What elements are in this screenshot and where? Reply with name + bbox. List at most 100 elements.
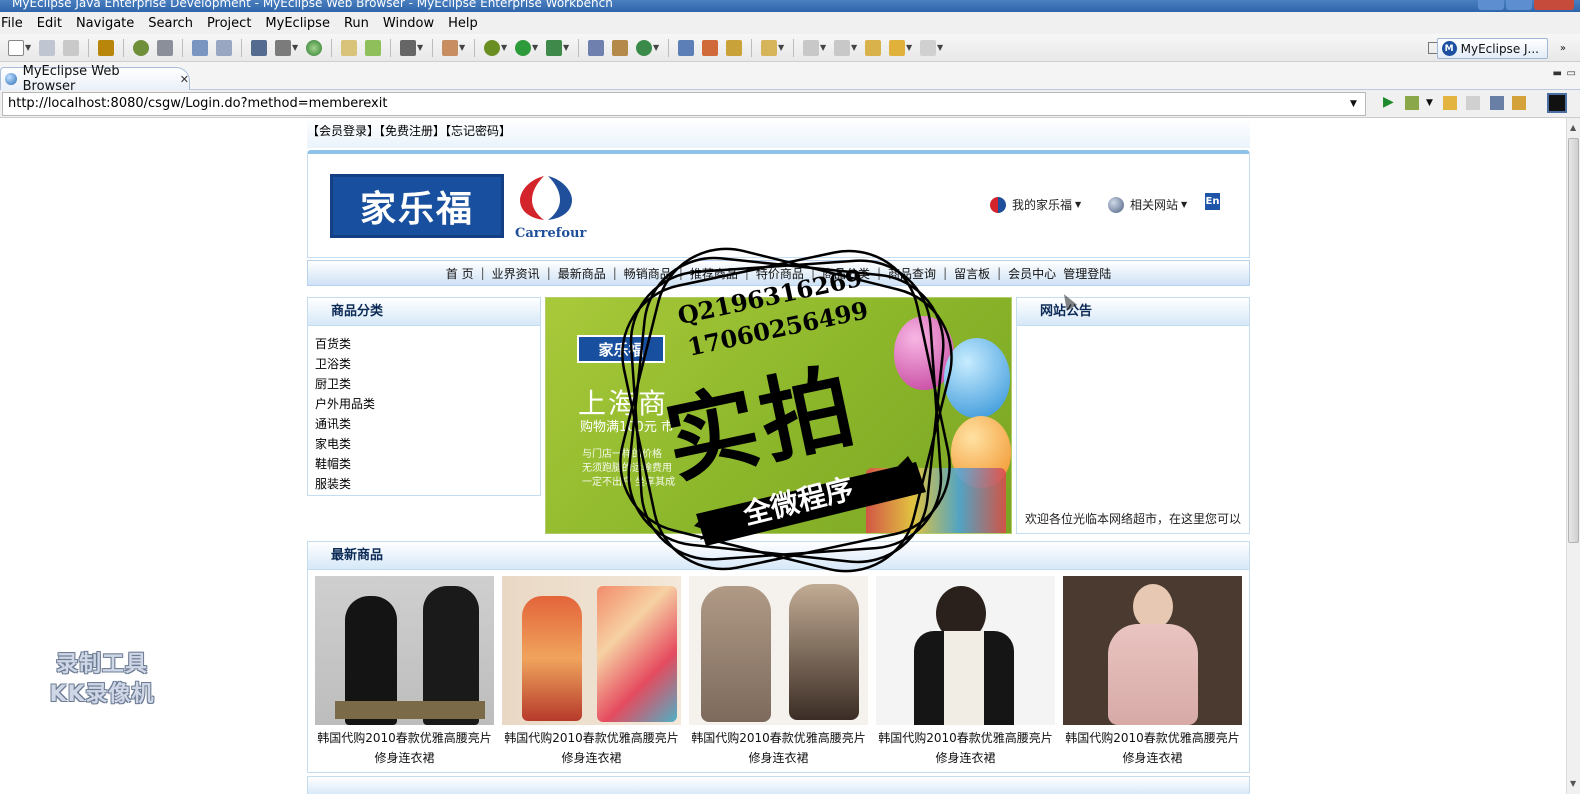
nav-admin-login[interactable]: 管理登陆 <box>1063 265 1118 282</box>
page-scrollbar[interactable]: ▲ ▼ <box>1566 118 1580 794</box>
run-icon[interactable] <box>515 39 531 56</box>
image-icon[interactable] <box>400 39 416 56</box>
save-icon[interactable] <box>39 39 55 56</box>
forward-icon[interactable] <box>920 39 936 56</box>
chevron-down-icon[interactable]: ▼ <box>937 43 944 52</box>
forgot-password-link[interactable]: 【忘记密码】 <box>445 124 511 138</box>
server-icon[interactable] <box>157 39 173 56</box>
chevron-down-icon[interactable]: ▼ <box>563 43 570 52</box>
new-file-icon[interactable] <box>442 39 458 56</box>
maximize-button[interactable] <box>1506 0 1532 10</box>
category-item[interactable]: 户外用品类 <box>315 394 540 414</box>
open-type-icon[interactable] <box>678 39 694 56</box>
last-edit-icon[interactable] <box>865 39 881 56</box>
next-annotation-icon[interactable] <box>803 39 819 56</box>
chevron-down-icon[interactable]: ▼ <box>906 43 913 52</box>
favorites-icon[interactable] <box>1405 96 1419 110</box>
chevron-down-icon[interactable]: ▼ <box>778 43 785 52</box>
new-class-icon[interactable] <box>636 39 652 56</box>
product-name[interactable]: 韩国代购2010春款优雅高腰亮片修身连衣裙 <box>1063 728 1242 768</box>
wand-icon[interactable] <box>216 39 232 56</box>
menu-search[interactable]: Search <box>141 16 200 31</box>
product-name[interactable]: 韩国代购2010春款优雅高腰亮片修身连衣裙 <box>502 728 681 768</box>
product-card[interactable]: 韩国代购2010春款优雅高腰亮片修身连衣裙 <box>315 576 494 768</box>
url-input[interactable]: http://localhost:8080/csgw/Login.do?meth… <box>2 92 1366 116</box>
chevron-down-icon[interactable]: ▼ <box>532 43 539 52</box>
chevron-down-icon[interactable]: ▼ <box>851 43 858 52</box>
close-button[interactable] <box>1534 0 1574 10</box>
my-carrefour-menu[interactable]: 我的家乐福 ▼ <box>990 196 1081 213</box>
chevron-down-icon[interactable]: ▼ <box>1426 98 1440 112</box>
prev-annotation-icon[interactable] <box>834 39 850 56</box>
category-item[interactable]: 厨卫类 <box>315 374 540 394</box>
back-icon[interactable] <box>889 39 905 56</box>
refresh-icon[interactable] <box>1512 96 1526 110</box>
nav-member-center[interactable]: 会员中心 <box>1001 265 1063 282</box>
nav-industry-news[interactable]: 业界资讯 <box>485 265 547 282</box>
related-sites-menu[interactable]: 相关网站 ▼ <box>1108 196 1187 213</box>
product-name[interactable]: 韩国代购2010春款优雅高腰亮片修身连衣裙 <box>689 728 868 768</box>
new-package-icon[interactable] <box>612 39 628 56</box>
product-image[interactable] <box>876 576 1055 725</box>
menu-edit[interactable]: Edit <box>30 16 69 31</box>
product-image[interactable] <box>689 576 868 725</box>
english-switch[interactable]: En <box>1205 193 1220 210</box>
category-item[interactable]: 百货类 <box>315 334 540 354</box>
menu-run[interactable]: Run <box>337 16 376 31</box>
folder-icon[interactable] <box>341 39 357 56</box>
close-icon[interactable]: ✕ <box>180 73 189 86</box>
product-name[interactable]: 韩国代购2010春款优雅高腰亮片修身连衣裙 <box>315 728 494 768</box>
chevron-down-icon[interactable]: ▼ <box>292 43 299 52</box>
product-name[interactable]: 韩国代购2010春款优雅高腰亮片修身连衣裙 <box>876 728 1055 768</box>
category-item[interactable]: 服装类 <box>315 474 540 494</box>
chevron-right-icon[interactable]: » <box>1560 43 1566 54</box>
member-login-link[interactable]: 【会员登录】 <box>307 124 379 138</box>
folder-add-icon[interactable] <box>365 39 381 56</box>
chevron-down-icon[interactable]: ▼ <box>820 43 827 52</box>
open-folder-icon[interactable] <box>761 39 777 56</box>
category-item[interactable]: 卫浴类 <box>315 354 540 374</box>
new-icon[interactable] <box>8 39 24 56</box>
package-icon[interactable] <box>98 39 114 56</box>
menu-myeclipse[interactable]: MyEclipse <box>258 16 337 31</box>
scrollbar-thumb[interactable] <box>1568 138 1579 543</box>
product-card[interactable]: 韩国代购2010春款优雅高腰亮片修身连衣裙 <box>876 576 1055 768</box>
forward-icon[interactable] <box>1466 96 1480 110</box>
product-card[interactable]: 韩国代购2010春款优雅高腰亮片修身连衣裙 <box>1063 576 1242 768</box>
go-icon[interactable]: ▶ <box>1383 94 1397 110</box>
stop-icon[interactable] <box>1490 96 1504 110</box>
external-tools-icon[interactable] <box>546 39 562 56</box>
menu-navigate[interactable]: Navigate <box>69 16 141 31</box>
chevron-down-icon[interactable]: ▼ <box>459 43 466 52</box>
register-link[interactable]: 【免费注册】 <box>379 124 445 138</box>
menu-help[interactable]: Help <box>441 16 485 31</box>
chevron-down-icon[interactable]: ▼ <box>417 43 424 52</box>
product-image[interactable] <box>1063 576 1242 725</box>
minimize-view-icon[interactable]: ▬ <box>1553 68 1562 79</box>
product-image[interactable] <box>315 576 494 725</box>
category-item[interactable]: 鞋帽类 <box>315 454 540 474</box>
scroll-up-icon[interactable]: ▲ <box>1570 123 1576 132</box>
product-card[interactable]: 韩国代购2010春款优雅高腰亮片修身连衣裙 <box>502 576 681 768</box>
chevron-down-icon[interactable]: ▼ <box>25 43 32 52</box>
perspective-button[interactable]: M MyEclipse J... <box>1436 38 1548 59</box>
chevron-down-icon[interactable]: ▼ <box>501 43 508 52</box>
deploy-icon[interactable] <box>251 39 267 56</box>
menu-project[interactable]: Project <box>200 16 258 31</box>
menu-file[interactable]: File <box>0 16 30 31</box>
back-icon[interactable] <box>1443 96 1457 110</box>
debug-icon[interactable] <box>484 39 500 56</box>
category-item[interactable]: 通讯类 <box>315 414 540 434</box>
tab-web-browser[interactable]: MyEclipse Web Browser ✕ <box>0 64 190 94</box>
minimize-button[interactable] <box>1478 0 1504 10</box>
bug-icon[interactable] <box>133 39 149 56</box>
product-image[interactable] <box>502 576 681 725</box>
globe-icon[interactable] <box>306 39 322 56</box>
product-card[interactable]: 韩国代购2010春款优雅高腰亮片修身连衣裙 <box>689 576 868 768</box>
edit-icon[interactable] <box>192 39 208 56</box>
scroll-down-icon[interactable]: ▼ <box>1570 779 1576 788</box>
nav-home[interactable]: 首 页 <box>439 265 481 282</box>
menu-window[interactable]: Window <box>376 16 441 31</box>
category-item[interactable]: 家电类 <box>315 434 540 454</box>
new-java-project-icon[interactable] <box>588 39 604 56</box>
